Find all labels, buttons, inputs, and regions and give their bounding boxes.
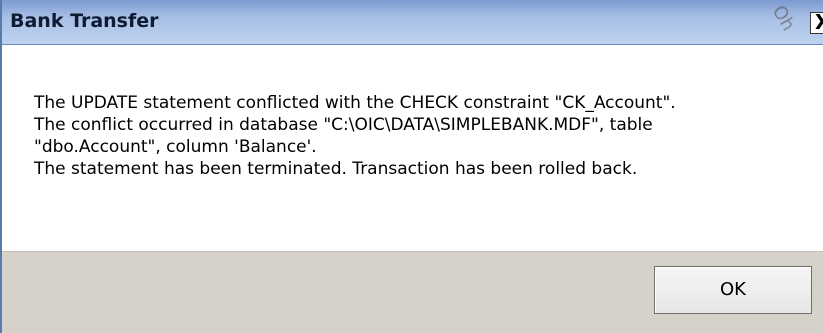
message-area: The UPDATE statement conflicted with the… [2,45,823,251]
error-message: The UPDATE statement conflicted with the… [34,92,804,180]
message-line: The UPDATE statement conflicted with the… [34,93,676,113]
close-icon: X [815,11,823,33]
dialog-title: Bank Transfer [10,10,159,32]
dialog-window: Bank Transfer X Oh The UPDATE statement … [0,0,823,333]
watermark-text: Oh [767,2,799,35]
message-line: "dbo.Account", column 'Balance'. [34,137,317,157]
message-line: The conflict occurred in database "C:\OI… [34,115,653,135]
ok-button[interactable]: OK [654,266,812,314]
button-bar: OK [2,251,823,333]
title-bar[interactable]: Bank Transfer X Oh [2,0,823,45]
message-line: The statement has been terminated. Trans… [34,159,638,179]
close-button[interactable]: X [810,11,823,34]
